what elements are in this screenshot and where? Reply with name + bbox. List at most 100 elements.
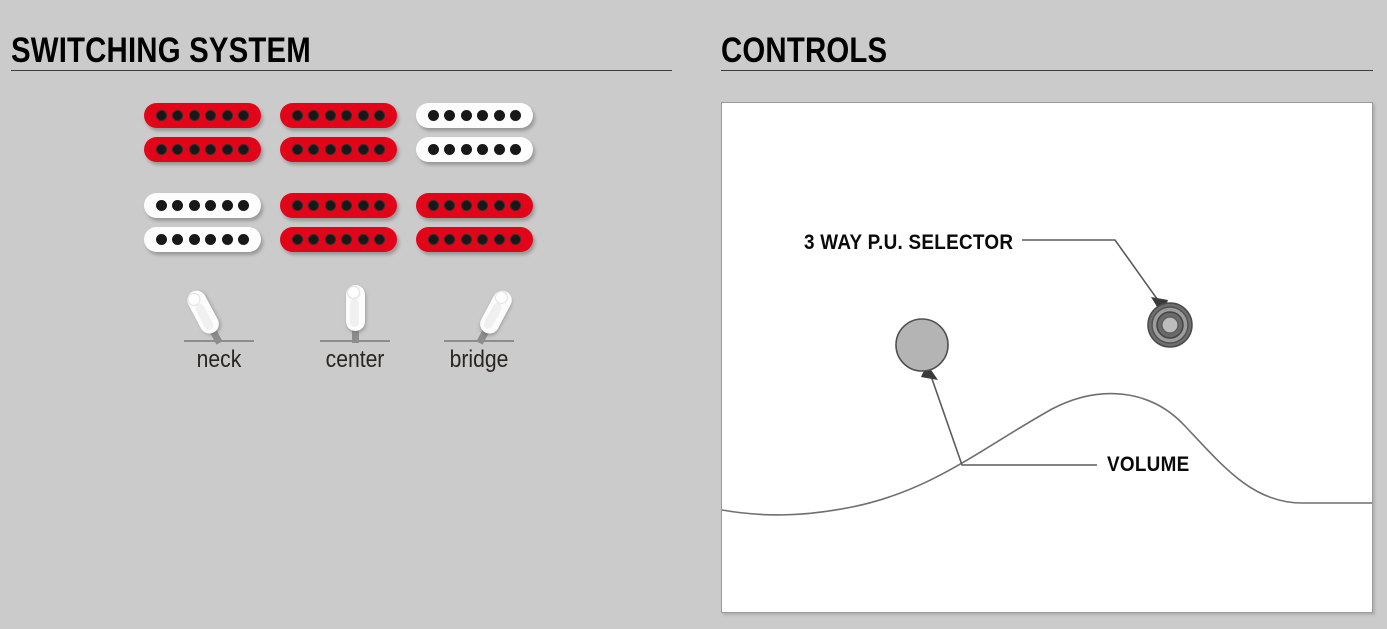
volume-callout-label: VOLUME [1107,453,1190,476]
pickup-neck-row2 [144,193,261,255]
pole-piece-icon [341,200,353,211]
pole-piece-icon [493,200,505,211]
pole-piece-icon [155,144,167,155]
pole-piece-icon [477,110,489,121]
controls-title-divider [721,70,1373,71]
pole-piece-icon [324,234,336,245]
switch-lever-icon[interactable] [346,285,365,343]
pole-piece-icon [221,144,233,155]
pole-piece-icon [205,234,217,245]
pole-piece-icon [238,110,250,121]
pole-piece-icon [477,200,489,211]
switch-lever-icon[interactable] [183,287,228,347]
pole-piece-icon [357,200,369,211]
pickup-coil [280,193,397,218]
pole-piece-icon [291,110,303,121]
pole-piece-icon [357,144,369,155]
pole-piece-icon [221,110,233,121]
pole-piece-icon [460,200,472,211]
switch-position-neck[interactable]: neck [152,280,286,373]
pickup-selector-switch[interactable] [1147,302,1193,348]
pole-piece-icon [460,144,472,155]
pickup-coil [144,193,261,218]
pole-piece-icon [341,144,353,155]
pole-piece-icon [308,110,320,121]
pickup-coil [280,103,397,128]
pickup-coil [144,103,261,128]
pickup-center-row1 [280,103,397,165]
pole-piece-icon [374,110,386,121]
lever-graphic [412,280,546,348]
pole-piece-icon [444,200,456,211]
pole-piece-icon [188,110,200,121]
pole-piece-icon [341,110,353,121]
pickup-configuration-grid [144,103,544,263]
pole-piece-icon [460,234,472,245]
pole-piece-icon [172,110,184,121]
pole-piece-icon [374,234,386,245]
pickup-coil [280,137,397,162]
pole-piece-icon [238,234,250,245]
controls-title: CONTROLS [721,31,888,71]
switching-system-panel: SWITCHING SYSTEM neck center bridge [0,0,695,629]
pickup-coil [416,137,533,162]
pole-piece-icon [205,110,217,121]
pole-piece-icon [493,144,505,155]
pole-piece-icon [155,200,167,211]
pole-piece-icon [172,234,184,245]
pole-piece-icon [477,234,489,245]
pole-piece-icon [374,200,386,211]
pole-piece-icon [155,110,167,121]
pole-piece-icon [510,144,522,155]
pole-piece-icon [324,200,336,211]
switch-position-label: neck [196,346,242,373]
controls-panel: CONTROLS 3 WAY P.U. SELECTOR VOLUME [700,0,1387,629]
switching-title-divider [11,70,672,71]
pole-piece-icon [221,234,233,245]
pole-piece-icon [427,110,439,121]
pickup-coil [416,193,533,218]
pole-piece-icon [291,234,303,245]
pole-piece-icon [427,234,439,245]
pole-piece-icon [291,144,303,155]
switch-position-label: bridge [449,346,509,373]
pole-piece-icon [427,144,439,155]
pickup-coil [280,227,397,252]
pole-piece-icon [308,200,320,211]
pole-piece-icon [172,200,184,211]
switch-position-label: center [325,346,385,373]
pole-piece-icon [444,110,456,121]
pickup-bridge-row2 [416,193,533,255]
controls-diagram-svg [722,239,1372,516]
pole-piece-icon [238,200,250,211]
pole-piece-icon [324,110,336,121]
pickup-center-row2 [280,193,397,255]
pole-piece-icon [493,110,505,121]
guitar-body-contour [722,392,1372,516]
volume-callout-leader [921,364,1097,466]
pole-piece-icon [188,200,200,211]
pole-piece-icon [460,110,472,121]
pole-piece-icon [444,234,456,245]
pole-piece-icon [172,144,184,155]
controls-diagram: 3 WAY P.U. SELECTOR VOLUME [721,102,1373,613]
pole-piece-icon [188,144,200,155]
switch-position-center[interactable]: center [288,280,422,373]
pole-piece-icon [205,200,217,211]
pole-piece-icon [427,200,439,211]
pickup-bridge-row1 [416,103,533,165]
pole-piece-icon [308,234,320,245]
pole-piece-icon [308,144,320,155]
pole-piece-icon [493,234,505,245]
switch-position-row: neck center bridge [144,280,544,390]
pickup-neck-row1 [144,103,261,165]
pole-piece-icon [510,110,522,121]
switch-position-bridge[interactable]: bridge [412,280,546,373]
volume-knob[interactable] [895,318,949,372]
switching-system-title: SWITCHING SYSTEM [11,31,311,71]
pole-piece-icon [324,144,336,155]
pole-piece-icon [510,200,522,211]
switch-lever-icon[interactable] [471,287,516,347]
pole-piece-icon [205,144,217,155]
pole-piece-icon [155,234,167,245]
